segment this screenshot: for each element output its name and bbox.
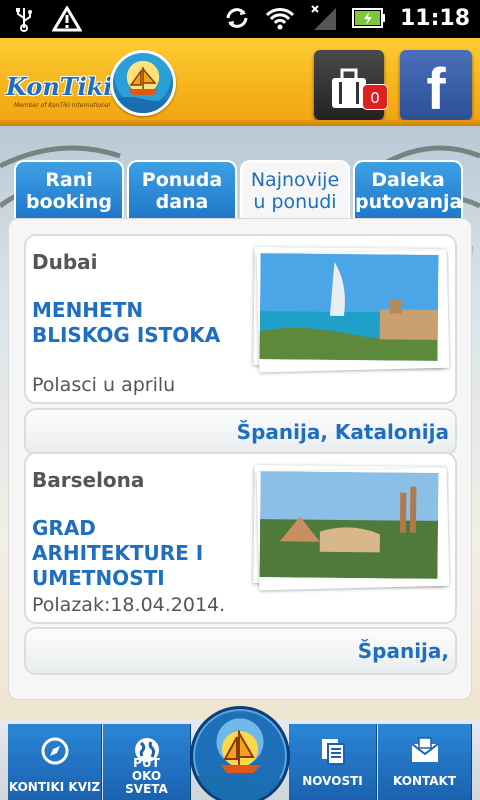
nav-label: PUT OKO SVETA [125,756,168,796]
battery-icon [351,8,385,28]
kontiki-logo[interactable]: KonTiki Member of KonTiki International [6,48,176,116]
category-tabs: Rani booking Ponuda dana Najnovije u pon… [14,160,466,220]
nav-label: NOVOSTI [302,774,363,788]
usb-icon [16,8,32,32]
offer-card[interactable]: Barselona GRAD ARHITEKTURE I UMETNOSTI P… [24,452,457,624]
region-label: Španija, [357,639,449,663]
nav-kontiki-kviz[interactable]: KONTIKI KVIZ [8,724,102,800]
logo-wordmark: KonTiki [6,72,113,101]
facebook-button[interactable]: f [400,50,472,122]
region-header[interactable]: Španija, [24,627,457,675]
mail-icon [410,737,439,762]
logo-badge-icon [110,50,176,116]
warning-icon [52,6,82,32]
status-time: 11:18 [399,5,470,31]
luggage-count-badge: 0 [362,84,388,110]
offer-photo[interactable] [253,247,445,367]
tab-rani-booking[interactable]: Rani booking [14,160,124,218]
offers-panel: Dubai MENHETN BLISKOG ISTOKA Polasci u a… [8,218,472,700]
offer-title[interactable]: GRAD ARHITEKTURE I UMETNOSTI [32,516,247,591]
nav-label: KONTIKI KVIZ [8,780,101,794]
nav-novosti[interactable]: NOVOSTI [289,724,377,800]
signal-icon [311,5,336,30]
offer-city: Barselona [32,468,145,492]
sync-icon [226,8,248,28]
offer-city: Dubai [32,250,98,274]
offer-photo[interactable] [253,465,445,585]
tab-najnovije-u-ponudi[interactable]: Najnovije u ponudi [240,160,350,220]
offer-date: Polazak:18.04.2014. [32,594,226,616]
app-header: KonTiki Member of KonTiki International … [0,38,480,126]
compass-icon [41,737,68,765]
news-icon [321,739,345,765]
center-logo-button[interactable] [190,706,290,800]
region-label: Španija, Katalonija [236,420,449,444]
tab-ponuda-dana[interactable]: Ponuda dana [127,160,237,218]
offer-card[interactable]: Dubai MENHETN BLISKOG ISTOKA Polasci u a… [24,234,457,404]
offer-date: Polasci u aprilu [32,374,176,396]
status-bar: 11:18 [0,0,480,38]
tab-daleka-putovanja[interactable]: Daleka putovanja [353,160,463,218]
offer-title[interactable]: MENHETN BLISKOG ISTOKA [32,298,247,348]
wifi-icon [265,8,295,30]
nav-put-oko-sveta[interactable]: PUT OKO SVETA [103,724,191,800]
logo-subtitle: Member of KonTiki International [14,102,111,109]
nav-label: KONTAKT [392,774,457,788]
region-header[interactable]: Španija, Katalonija [24,408,457,456]
nav-kontakt[interactable]: KONTAKT [378,724,472,800]
sailboat-icon [193,729,287,800]
